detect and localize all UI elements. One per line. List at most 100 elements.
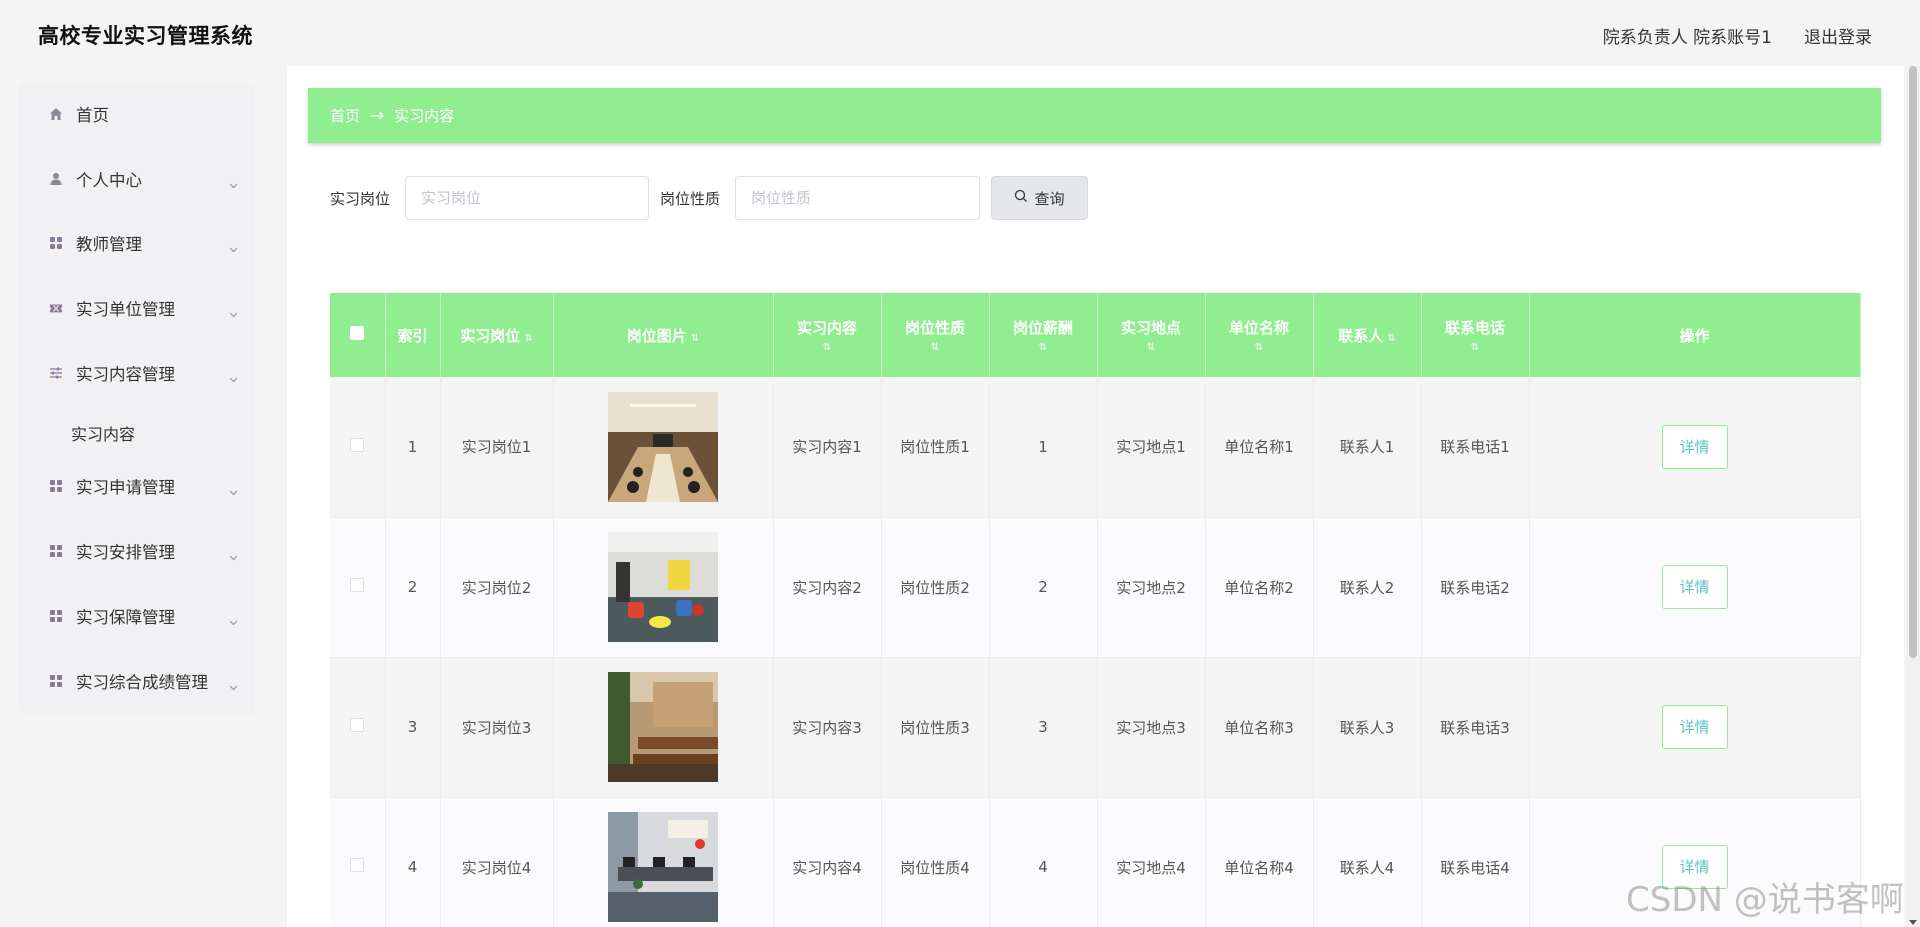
sidebar-item-personal-center[interactable]: 个人中心 bbox=[19, 159, 255, 199]
sort-icon[interactable]: ⇅ bbox=[774, 342, 881, 354]
ticket-icon bbox=[49, 301, 63, 315]
detail-button[interactable]: 详情 bbox=[1661, 565, 1728, 609]
cell-phone: 联系电话2 bbox=[1421, 517, 1530, 658]
sidebar-item-internship-score[interactable]: 实习综合成绩管理 bbox=[19, 661, 255, 701]
sort-icon[interactable]: ⇅ bbox=[524, 333, 532, 344]
breadcrumb-separator: → bbox=[370, 105, 385, 126]
sort-icon[interactable]: ⇅ bbox=[1387, 333, 1395, 344]
table-row: 3 实习岗位3 实习内容3 岗位性质3 3 实习地点3 单位名称3 联系人3 联… bbox=[330, 657, 1861, 798]
cell-salary: 4 bbox=[989, 797, 1098, 927]
cell-position: 实习岗位3 bbox=[440, 657, 554, 798]
header-actions: 操作 bbox=[1529, 293, 1861, 377]
chevron-down-icon bbox=[229, 175, 238, 188]
cell-contact: 联系人3 bbox=[1313, 657, 1422, 798]
sidebar-item-label: 实习综合成绩管理 bbox=[76, 673, 208, 692]
sidebar-item-label: 实习单位管理 bbox=[76, 300, 175, 319]
grid-icon bbox=[49, 544, 63, 558]
chevron-down-icon bbox=[229, 547, 238, 560]
cell-unit: 单位名称4 bbox=[1205, 797, 1314, 927]
sort-icon[interactable]: ⇅ bbox=[1098, 342, 1205, 354]
internship-content-table: 索引 实习岗位 ⇅ 岗位图片 ⇅ 实习内容 ⇅ 岗位性质 ⇅ 岗位薪酬 ⇅ 实习地点 ⇅ 单… bbox=[330, 293, 1861, 927]
grid-icon bbox=[49, 674, 63, 688]
sort-icon[interactable]: ⇅ bbox=[691, 333, 699, 344]
header-nature[interactable]: 岗位性质 ⇅ bbox=[881, 293, 990, 377]
cell-nature: 岗位性质1 bbox=[881, 377, 990, 518]
header-salary[interactable]: 岗位薪酬 ⇅ bbox=[989, 293, 1098, 377]
cell-location: 实习地点3 bbox=[1097, 657, 1206, 798]
row-checkbox[interactable] bbox=[350, 718, 365, 732]
submenu-item-internship-content[interactable]: 实习内容 bbox=[71, 421, 135, 445]
cell-content: 实习内容4 bbox=[773, 797, 882, 927]
cell-contact: 联系人2 bbox=[1313, 517, 1422, 658]
header-content[interactable]: 实习内容 ⇅ bbox=[773, 293, 882, 377]
header-contact[interactable]: 联系人 ⇅ bbox=[1313, 293, 1422, 377]
position-image[interactable] bbox=[608, 391, 718, 502]
position-search-input[interactable] bbox=[405, 176, 649, 220]
position-filter-label: 实习岗位 bbox=[330, 190, 391, 208]
sort-icon[interactable]: ⇅ bbox=[882, 342, 989, 354]
scroll-down-arrow-icon[interactable] bbox=[1909, 920, 1917, 925]
row-checkbox[interactable] bbox=[350, 858, 365, 872]
header-image[interactable]: 岗位图片 ⇅ bbox=[553, 293, 774, 377]
row-checkbox[interactable] bbox=[350, 437, 365, 452]
position-image[interactable] bbox=[608, 532, 718, 642]
cell-unit: 单位名称3 bbox=[1205, 657, 1314, 798]
header-select-all[interactable] bbox=[330, 293, 386, 377]
sidebar-item-internship-application[interactable]: 实习申请管理 bbox=[19, 466, 255, 506]
table-header-row: 索引 实习岗位 ⇅ 岗位图片 ⇅ 实习内容 ⇅ 岗位性质 ⇅ 岗位薪酬 ⇅ 实习地点 ⇅ 单… bbox=[330, 293, 1861, 377]
cell-salary: 1 bbox=[989, 377, 1098, 518]
header-index: 索引 bbox=[385, 293, 441, 377]
search-icon bbox=[1014, 189, 1028, 207]
cell-nature: 岗位性质2 bbox=[881, 517, 990, 658]
watermark: CSDN @说书客啊 bbox=[1626, 880, 1904, 920]
sidebar-item-internship-guarantee[interactable]: 实习保障管理 bbox=[19, 596, 255, 636]
row-checkbox[interactable] bbox=[350, 578, 365, 592]
sidebar-item-internship-arrangement[interactable]: 实习安排管理 bbox=[19, 531, 255, 571]
header-location[interactable]: 实习地点 ⇅ bbox=[1097, 293, 1206, 377]
app-title: 高校专业实习管理系统 bbox=[38, 24, 253, 48]
header-position[interactable]: 实习岗位 ⇅ bbox=[440, 293, 554, 377]
sidebar-item-internship-unit[interactable]: 实习单位管理 bbox=[19, 288, 255, 328]
sidebar-item-label: 教师管理 bbox=[76, 235, 142, 254]
cell-index: 2 bbox=[385, 517, 441, 658]
sidebar-item-teacher[interactable]: 教师管理 bbox=[19, 223, 255, 263]
cell-content: 实习内容2 bbox=[773, 517, 882, 658]
page-scrollbar[interactable] bbox=[1906, 66, 1920, 927]
chevron-down-icon bbox=[229, 677, 238, 690]
sort-icon[interactable]: ⇅ bbox=[1422, 342, 1529, 354]
cell-index: 3 bbox=[385, 657, 441, 798]
chevron-down-icon bbox=[229, 304, 238, 317]
cell-salary: 2 bbox=[989, 517, 1098, 658]
position-image[interactable] bbox=[608, 672, 718, 782]
sidebar-item-internship-content[interactable]: 实习内容管理 bbox=[19, 353, 255, 393]
select-all-checkbox[interactable] bbox=[350, 326, 365, 340]
home-icon bbox=[49, 107, 63, 121]
scrollbar-thumb[interactable] bbox=[1909, 66, 1917, 658]
detail-button[interactable]: 详情 bbox=[1661, 705, 1728, 749]
sort-icon[interactable]: ⇅ bbox=[1206, 342, 1313, 354]
cell-position: 实习岗位2 bbox=[440, 517, 554, 658]
detail-button[interactable]: 详情 bbox=[1661, 424, 1728, 469]
header-phone[interactable]: 联系电话 ⇅ bbox=[1421, 293, 1530, 377]
cell-content: 实习内容3 bbox=[773, 657, 882, 798]
breadcrumb-home[interactable]: 首页 bbox=[330, 105, 360, 126]
logout-link[interactable]: 退出登录 bbox=[1804, 23, 1872, 48]
top-bar: 高校专业实习管理系统 院系负责人 院系账号1 退出登录 bbox=[0, 0, 1920, 66]
sidebar-item-label: 实习安排管理 bbox=[76, 543, 175, 562]
sidebar-item-label: 实习内容管理 bbox=[76, 365, 175, 384]
search-button[interactable]: 查询 bbox=[991, 176, 1088, 220]
position-image[interactable] bbox=[608, 812, 718, 922]
cell-location: 实习地点1 bbox=[1097, 377, 1206, 518]
sidebar-item-label: 实习保障管理 bbox=[76, 608, 175, 627]
chevron-down-icon bbox=[229, 369, 238, 382]
cell-contact: 联系人4 bbox=[1313, 797, 1422, 927]
cell-index: 1 bbox=[385, 377, 441, 518]
user-info: 院系负责人 院系账号1 bbox=[1602, 28, 1772, 48]
sidebar-item-home[interactable]: 首页 bbox=[19, 94, 255, 134]
chevron-down-icon bbox=[229, 612, 238, 625]
header-unit[interactable]: 单位名称 ⇅ bbox=[1205, 293, 1314, 377]
cell-unit: 单位名称1 bbox=[1205, 377, 1314, 518]
sort-icon[interactable]: ⇅ bbox=[990, 342, 1097, 354]
nature-search-input[interactable] bbox=[735, 176, 980, 220]
search-button-label: 查询 bbox=[1034, 189, 1065, 208]
